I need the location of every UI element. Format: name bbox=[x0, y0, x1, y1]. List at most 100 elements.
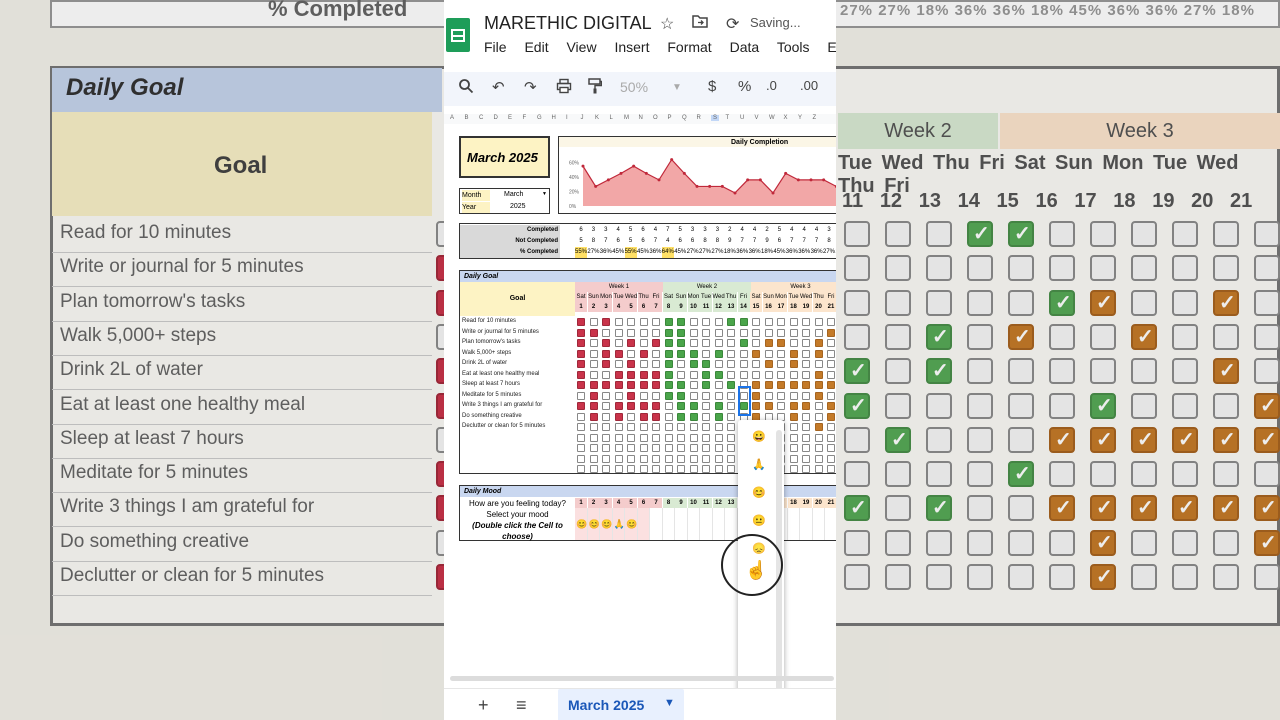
goal-checkbox[interactable] bbox=[652, 454, 660, 463]
goal-checkbox[interactable] bbox=[702, 402, 710, 410]
goal-checkbox[interactable] bbox=[702, 433, 710, 442]
goal-checkbox[interactable] bbox=[777, 402, 785, 410]
goal-checkbox[interactable] bbox=[577, 465, 585, 473]
goal-checkbox[interactable] bbox=[714, 360, 723, 368]
goal-checkbox[interactable] bbox=[689, 318, 698, 326]
goal-checkbox[interactable] bbox=[652, 444, 660, 452]
goal-checkbox[interactable] bbox=[764, 339, 773, 347]
goal-checkbox[interactable] bbox=[589, 412, 598, 421]
goal-checkbox[interactable] bbox=[714, 423, 723, 431]
goal-checkbox[interactable] bbox=[764, 328, 773, 337]
goal-checkbox[interactable] bbox=[664, 360, 673, 368]
goal-checkbox[interactable] bbox=[614, 402, 623, 410]
goal-checkbox[interactable] bbox=[652, 391, 660, 400]
goal-checkbox[interactable] bbox=[689, 423, 698, 431]
goal-checkbox[interactable] bbox=[602, 412, 610, 421]
goal-checkbox[interactable] bbox=[677, 370, 685, 379]
goal-checkbox[interactable] bbox=[577, 402, 585, 410]
mood-cell[interactable] bbox=[712, 508, 725, 540]
goal-checkbox[interactable] bbox=[627, 423, 635, 431]
goal-checkbox[interactable] bbox=[652, 433, 660, 442]
column-header-u[interactable]: U bbox=[740, 115, 744, 121]
goal-checkbox[interactable] bbox=[752, 370, 760, 379]
currency-format-button[interactable]: $ bbox=[708, 78, 716, 95]
goal-checkbox[interactable] bbox=[777, 339, 785, 347]
goal-checkbox[interactable] bbox=[577, 444, 585, 452]
undo-icon[interactable]: ↶ bbox=[492, 78, 505, 96]
goal-checkbox[interactable] bbox=[664, 454, 673, 463]
goal-checkbox[interactable] bbox=[789, 423, 798, 431]
mood-cell[interactable] bbox=[687, 508, 700, 540]
goal-checkbox[interactable] bbox=[727, 444, 735, 452]
emoji-option-praying-icon[interactable]: 🙏 bbox=[752, 458, 766, 471]
goal-checkbox[interactable] bbox=[727, 370, 735, 379]
goal-checkbox[interactable] bbox=[777, 328, 785, 337]
goal-checkbox[interactable] bbox=[827, 318, 835, 326]
goal-checkbox[interactable] bbox=[739, 360, 748, 368]
goal-checkbox[interactable] bbox=[652, 402, 660, 410]
goal-checkbox[interactable] bbox=[802, 391, 810, 400]
goal-checkbox[interactable] bbox=[802, 328, 810, 337]
column-header-a[interactable]: A bbox=[450, 115, 454, 121]
goal-checkbox[interactable] bbox=[639, 349, 648, 358]
mood-cell[interactable] bbox=[662, 508, 675, 540]
goal-checkbox[interactable] bbox=[652, 349, 660, 358]
goal-checkbox[interactable] bbox=[752, 339, 760, 347]
goal-checkbox[interactable] bbox=[677, 444, 685, 452]
goal-checkbox[interactable] bbox=[714, 328, 723, 337]
goal-checkbox[interactable] bbox=[689, 391, 698, 400]
goal-checkbox[interactable] bbox=[727, 318, 735, 326]
goal-checkbox[interactable] bbox=[764, 360, 773, 368]
goal-checkbox[interactable] bbox=[814, 433, 823, 442]
goal-checkbox[interactable] bbox=[689, 339, 698, 347]
goal-checkbox[interactable] bbox=[627, 391, 635, 400]
horizontal-scrollbar[interactable] bbox=[450, 676, 834, 681]
goal-checkbox[interactable] bbox=[727, 433, 735, 442]
goal-checkbox[interactable] bbox=[602, 370, 610, 379]
goal-checkbox[interactable] bbox=[802, 339, 810, 347]
goal-checkbox[interactable] bbox=[627, 349, 635, 358]
goal-checkbox[interactable] bbox=[577, 328, 585, 337]
goal-checkbox[interactable] bbox=[727, 328, 735, 337]
goal-checkbox[interactable] bbox=[639, 339, 648, 347]
goal-checkbox[interactable] bbox=[639, 370, 648, 379]
goal-checkbox[interactable] bbox=[627, 318, 635, 326]
goal-checkbox[interactable] bbox=[664, 370, 673, 379]
goal-checkbox[interactable] bbox=[589, 381, 598, 389]
goal-checkbox[interactable] bbox=[614, 444, 623, 452]
goal-checkbox[interactable] bbox=[677, 391, 685, 400]
goal-checkbox[interactable] bbox=[789, 328, 798, 337]
menu-view[interactable]: View bbox=[566, 39, 596, 55]
goal-checkbox[interactable] bbox=[827, 444, 835, 452]
goal-checkbox[interactable] bbox=[689, 412, 698, 421]
goal-checkbox[interactable] bbox=[639, 433, 648, 442]
emoji-option-neutral-icon[interactable]: 😐 bbox=[752, 514, 766, 527]
goal-checkbox[interactable] bbox=[664, 433, 673, 442]
goal-checkbox[interactable] bbox=[577, 370, 585, 379]
goal-checkbox[interactable] bbox=[577, 381, 585, 389]
goal-checkbox[interactable] bbox=[714, 339, 723, 347]
goal-checkbox[interactable] bbox=[814, 370, 823, 379]
goal-checkbox[interactable] bbox=[827, 465, 835, 473]
goal-checkbox[interactable] bbox=[827, 360, 835, 368]
column-header-f[interactable]: F bbox=[523, 115, 527, 121]
goal-checkbox[interactable] bbox=[789, 444, 798, 452]
goal-checkbox[interactable] bbox=[589, 349, 598, 358]
goal-checkbox[interactable] bbox=[577, 391, 585, 400]
goal-checkbox[interactable] bbox=[602, 444, 610, 452]
goal-checkbox[interactable] bbox=[614, 391, 623, 400]
goal-checkbox[interactable] bbox=[664, 465, 673, 473]
goal-checkbox[interactable] bbox=[777, 381, 785, 389]
goal-checkbox[interactable] bbox=[689, 360, 698, 368]
goal-checkbox[interactable] bbox=[764, 349, 773, 358]
column-header-m[interactable]: M bbox=[624, 115, 629, 121]
goal-checkbox[interactable] bbox=[639, 360, 648, 368]
goal-checkbox[interactable] bbox=[639, 454, 648, 463]
goal-checkbox[interactable] bbox=[727, 412, 735, 421]
goal-checkbox[interactable] bbox=[677, 349, 685, 358]
menu-format[interactable]: Format bbox=[667, 39, 711, 55]
goal-checkbox[interactable] bbox=[739, 349, 748, 358]
goal-checkbox[interactable] bbox=[677, 423, 685, 431]
goal-checkbox[interactable] bbox=[764, 402, 773, 410]
emoji-option-smile-icon[interactable]: 😊 bbox=[752, 486, 766, 499]
